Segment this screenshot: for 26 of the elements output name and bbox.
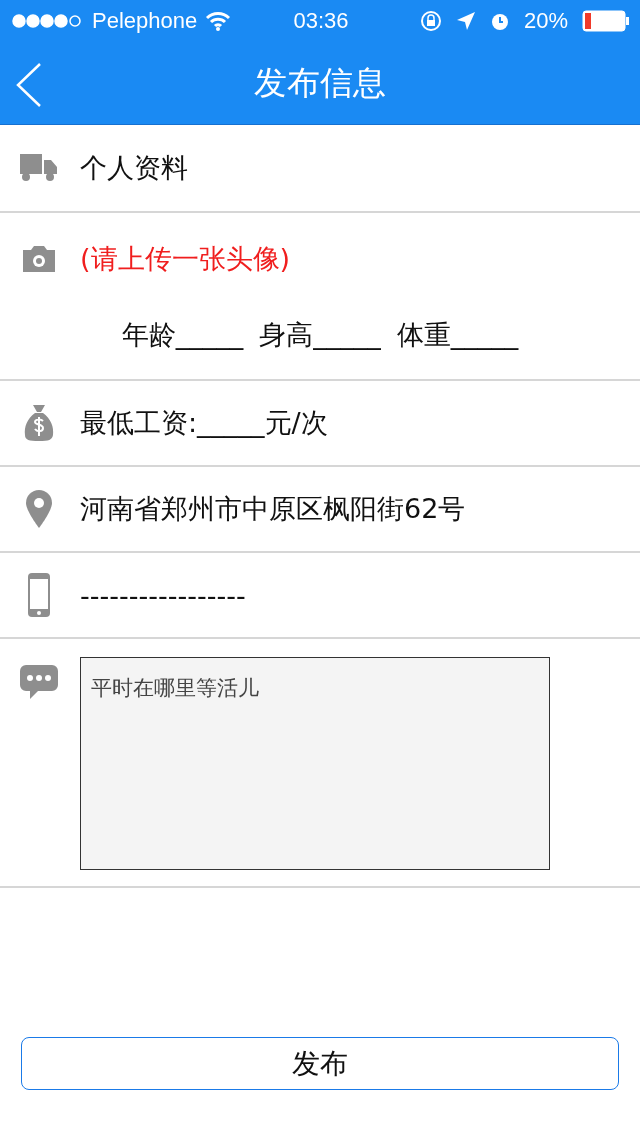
location-arrow-icon	[455, 11, 476, 31]
field-text: 河南省郑州市中原区枫阳街62号	[80, 492, 466, 526]
profile-stat: 年龄_____	[121, 318, 244, 352]
clock-time: 03:36	[293, 8, 349, 34]
truck-icon	[20, 154, 58, 182]
battery-icon	[582, 10, 630, 32]
field-text: 最低工资:_____元/次	[80, 406, 328, 440]
rotation-lock-icon	[419, 10, 442, 32]
profile-stat: 身高_____	[259, 318, 381, 352]
wifi-icon	[205, 11, 232, 31]
profile-stat: 体重_____	[396, 318, 519, 352]
location-pin-icon	[26, 490, 52, 528]
note-text-area[interactable]: 平时在哪里等活儿	[80, 657, 550, 870]
upload-photo-hint[interactable]: (请上传一张头像)	[80, 241, 291, 277]
chat-bubble-icon	[20, 665, 58, 699]
battery-percent: 20%	[523, 8, 568, 34]
carrier-name: Pelephone	[92, 8, 198, 34]
money-bag-icon	[24, 404, 54, 442]
alarm-clock-icon	[489, 11, 510, 31]
phone-icon	[27, 572, 51, 618]
field-text: -----------------	[80, 579, 246, 611]
page-title: 发布信息	[254, 61, 386, 104]
signal-icon	[12, 14, 84, 28]
camera-icon	[21, 245, 57, 273]
publish-button[interactable]: 发布	[21, 1037, 619, 1090]
section-heading: 个人资料	[80, 151, 188, 185]
